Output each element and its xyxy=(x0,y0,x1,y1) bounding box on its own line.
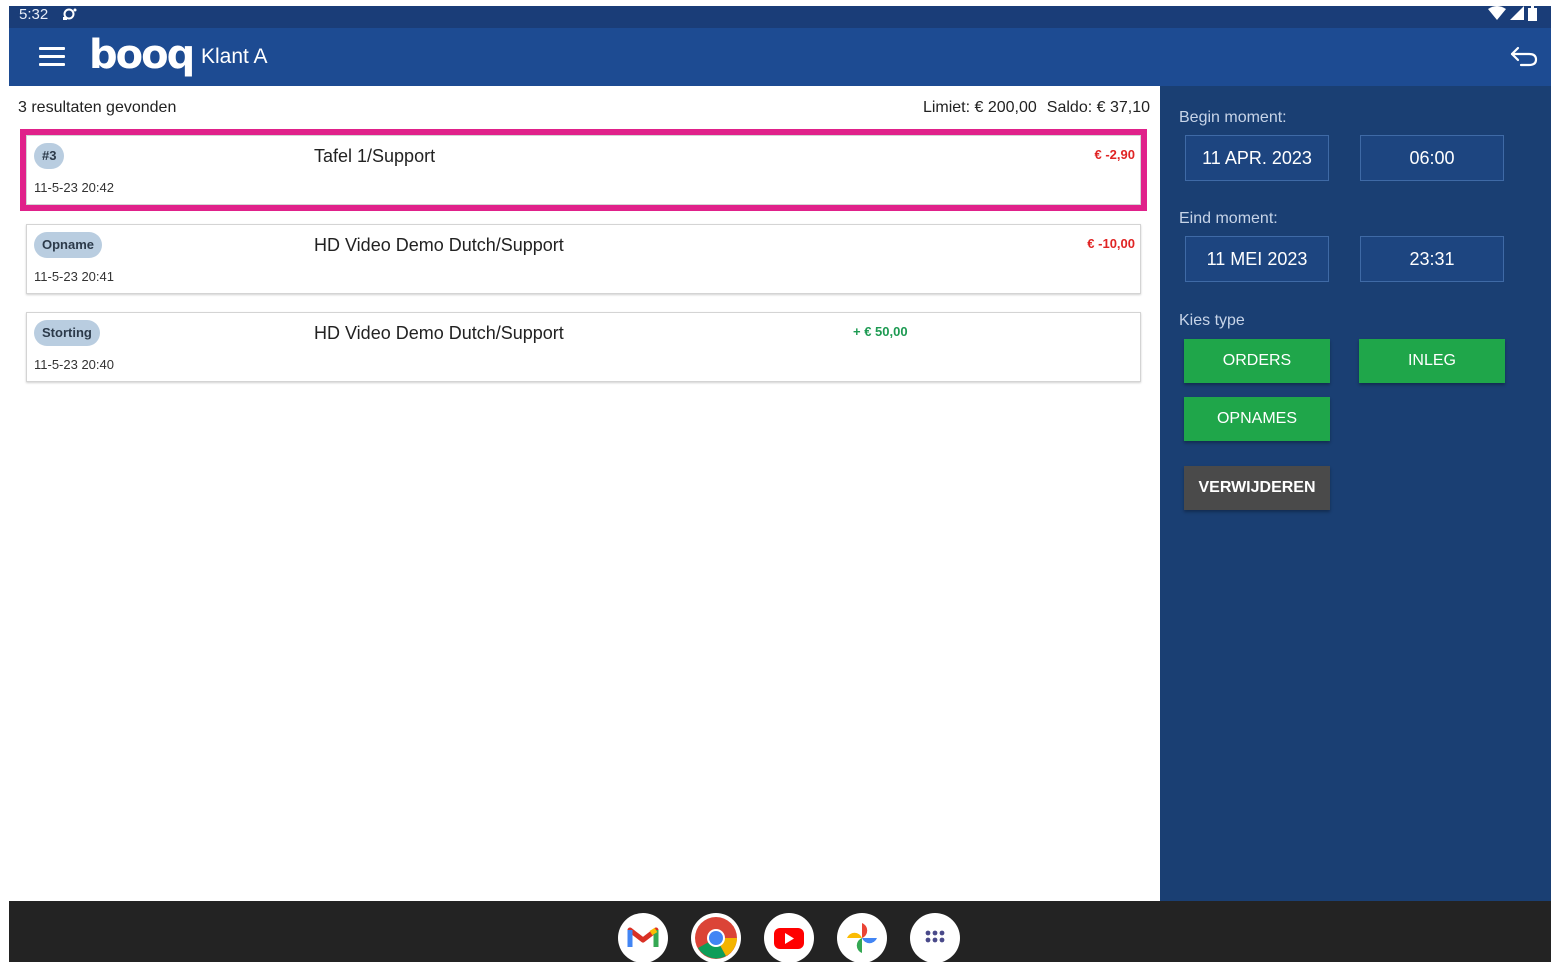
gmail-icon[interactable] xyxy=(618,913,668,963)
signal-icon xyxy=(1510,6,1524,20)
end-date-field[interactable]: 11 MEI 2023 xyxy=(1185,236,1329,282)
screen-edge xyxy=(0,0,9,962)
transaction-amount: € -10,00 xyxy=(1087,236,1135,251)
status-time: 5:32 xyxy=(19,6,49,23)
transaction-description: HD Video Demo Dutch/Support xyxy=(314,323,564,343)
filter-panel: Begin moment: 11 APR. 2023 06:00 Eind mo… xyxy=(1160,86,1551,901)
end-time-field[interactable]: 23:31 xyxy=(1360,236,1504,282)
transaction-card-opname[interactable]: Opname 11-5-23 20:41 HD Video Demo Dutch… xyxy=(26,224,1141,294)
limit-text: Limiet: € 200,00 xyxy=(922,99,1037,116)
type-label: Kies type xyxy=(1179,312,1245,329)
app-drawer-icon[interactable] xyxy=(910,913,960,963)
page-title: Klant A xyxy=(201,45,268,68)
saldo-text: Saldo: € 37,10 xyxy=(1046,99,1150,116)
back-arrow-icon[interactable] xyxy=(1509,44,1539,68)
battery-icon xyxy=(1528,6,1537,21)
delete-button[interactable]: VERWIJDEREN xyxy=(1184,466,1330,510)
results-count: 3 resultaten gevonden xyxy=(18,99,177,116)
transaction-badge: #3 xyxy=(34,143,65,169)
system-icons xyxy=(1488,6,1537,21)
wifi-icon xyxy=(1488,6,1506,20)
chrome-icon[interactable] xyxy=(691,913,741,963)
transaction-amount: + € 50,00 xyxy=(853,324,908,339)
booq-logo: booq xyxy=(89,32,195,78)
hamburger-menu-icon[interactable] xyxy=(37,45,67,67)
end-moment-label: Eind moment: xyxy=(1179,210,1278,227)
transaction-badge: Opname xyxy=(34,232,103,258)
opnames-button[interactable]: OPNAMES xyxy=(1184,397,1330,441)
transaction-date: 11-5-23 20:41 xyxy=(34,269,114,284)
transactions-area: 3 resultaten gevonden Limiet: € 200,00 Sa… xyxy=(9,86,1160,901)
orders-button[interactable]: ORDERS xyxy=(1184,339,1330,383)
notification-icon xyxy=(63,8,77,20)
transaction-date: 11-5-23 20:40 xyxy=(34,357,114,372)
limit-saldo-info: Limiet: € 200,00 Saldo: € 37,10 xyxy=(923,99,1150,117)
transaction-badge: Storting xyxy=(34,320,100,346)
photos-icon[interactable] xyxy=(837,913,887,963)
transaction-description: Tafel 1/Support xyxy=(314,146,436,166)
begin-time-field[interactable]: 06:00 xyxy=(1360,135,1504,181)
begin-moment-label: Begin moment: xyxy=(1179,109,1287,126)
status-bar: 5:32 xyxy=(9,6,1551,28)
app-screen: 5:32 booq Klant A 3 resultaten gevonden xyxy=(0,0,1551,963)
inleg-button[interactable]: INLEG xyxy=(1359,339,1505,383)
app-bar: booq Klant A xyxy=(9,28,1551,86)
youtube-icon[interactable] xyxy=(764,913,814,963)
transaction-card-storting[interactable]: Storting 11-5-23 20:40 HD Video Demo Dut… xyxy=(26,312,1141,382)
app-dock xyxy=(9,901,1551,963)
transaction-date: 11-5-23 20:42 xyxy=(34,180,114,195)
transaction-description: HD Video Demo Dutch/Support xyxy=(314,235,564,255)
transaction-card-order[interactable]: #3 11-5-23 20:42 Tafel 1/Support € -2,90 xyxy=(26,135,1141,205)
begin-date-field[interactable]: 11 APR. 2023 xyxy=(1185,135,1329,181)
transaction-amount: € -2,90 xyxy=(1094,147,1135,162)
